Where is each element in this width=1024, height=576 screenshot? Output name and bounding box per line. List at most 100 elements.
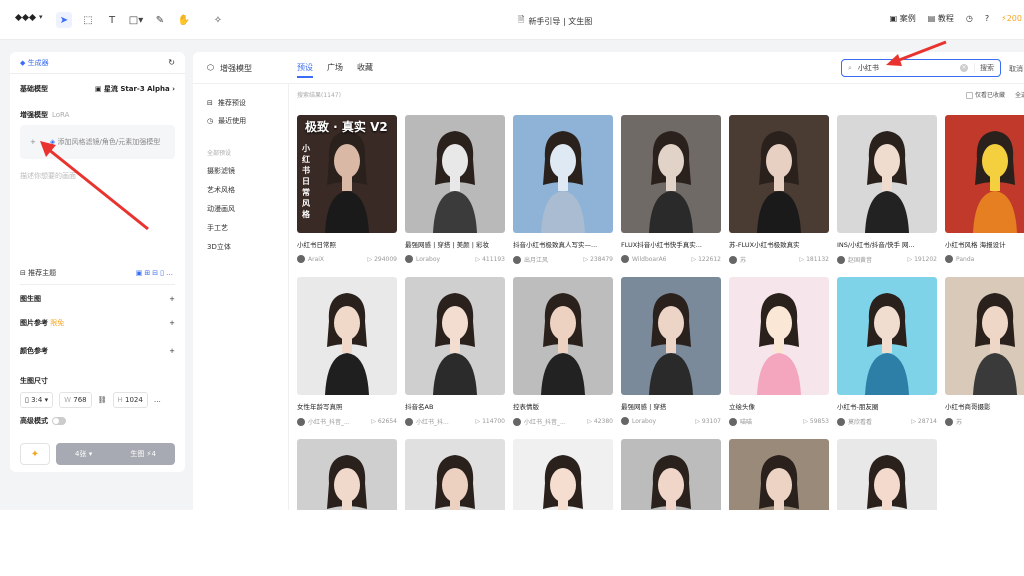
preset-card[interactable] (729, 439, 829, 510)
pointer-tool-icon[interactable]: ➤ (56, 12, 72, 28)
preset-card[interactable]: 小红书风格 海报设计 Panda (945, 115, 1024, 269)
card-author[interactable]: WildboarA6 (621, 255, 667, 263)
subnav-category[interactable]: 摄影滤镜 (207, 166, 235, 176)
refresh-icon[interactable]: ↻ (168, 58, 175, 67)
preset-thumbnail[interactable] (945, 277, 1024, 395)
card-author[interactable]: Loraboy (621, 417, 656, 425)
preset-thumbnail[interactable] (837, 439, 937, 510)
select-all-button[interactable]: 全选 (1015, 90, 1024, 99)
preset-thumbnail[interactable]: 极致 · 真实 V2 小红书日常风格 (297, 115, 397, 233)
card-author[interactable]: 出月江风 (513, 255, 548, 264)
generate-button[interactable]: 4张 ▾ 生图 ⚡4 (56, 443, 175, 465)
preset-card[interactable]: 小红书-朋友圈 莫欣看看 ▷ 28714 (837, 277, 937, 431)
preset-thumbnail[interactable] (297, 277, 397, 395)
lora-add-box[interactable]: + ◈ 添加风格滤镜/角色/元素加强模型 (20, 125, 175, 159)
preset-card[interactable]: 最强网感 | 穿搭 | 美颜 | 彩妆 Loraboy ▷ 411193 (405, 115, 505, 269)
credits-badge[interactable]: ⚡200 (1001, 14, 1022, 23)
magic-wand-icon[interactable]: ✦ (20, 443, 50, 465)
logo-icon[interactable]: ▾ (14, 13, 43, 21)
tab-favorites[interactable]: 收藏 (357, 62, 373, 78)
tab-square[interactable]: 广场 (327, 62, 343, 78)
subnav-category[interactable]: 3D立体 (207, 242, 231, 252)
shape-tool-icon[interactable]: □▾ (128, 12, 144, 28)
img2img-row[interactable]: 图生图 + (20, 294, 175, 304)
subnav-category[interactable]: 艺术风格 (207, 185, 235, 195)
preset-thumbnail[interactable] (405, 439, 505, 510)
only-favorites-checkbox[interactable]: 仅看已收藏 (966, 90, 1005, 99)
preset-thumbnail[interactable] (513, 439, 613, 510)
card-author[interactable]: 喵喵 (729, 417, 752, 426)
card-author[interactable]: AraiX (297, 255, 324, 263)
help-icon[interactable]: ? (985, 14, 989, 23)
preset-card[interactable] (405, 439, 505, 510)
magic-tool-icon[interactable]: ✧ (210, 12, 226, 28)
preset-card[interactable] (513, 439, 613, 510)
preset-card[interactable]: 控表情版 小红书_抖音_... ▷ 42380 (513, 277, 613, 431)
preset-card[interactable]: 最强网感 | 穿搭 Loraboy ▷ 93107 (621, 277, 721, 431)
hd-mode-toggle[interactable] (52, 417, 66, 425)
more-icon[interactable]: … (154, 396, 161, 404)
preset-card[interactable] (837, 439, 937, 510)
cases-button[interactable]: ▣ 案例 (890, 13, 916, 24)
subnav-recent[interactable]: ◷ 最近使用 (207, 116, 246, 126)
card-author[interactable]: 莫欣看看 (837, 417, 872, 426)
preset-card[interactable] (297, 439, 397, 510)
preset-thumbnail[interactable] (297, 439, 397, 510)
color-ref-add-icon[interactable]: + (169, 347, 175, 355)
search-button[interactable]: 搜索 (974, 63, 994, 73)
document-title[interactable]: 🗎 新手引导 | 文生图 (518, 14, 592, 28)
preset-thumbnail[interactable] (513, 115, 613, 233)
cancel-button[interactable]: 取消 (1009, 64, 1023, 74)
preset-thumbnail[interactable] (729, 115, 829, 233)
card-author[interactable]: 小红书_抖... (405, 417, 449, 426)
preset-card[interactable]: 苏-FLUX小红书极致真实苏 ▷ 181132 (729, 115, 829, 269)
preset-card[interactable]: FLUX抖音小红书快手真实... WildboarA6 ▷ 122612 (621, 115, 721, 269)
subnav-category[interactable]: 动漫画风 (207, 204, 235, 214)
search-input[interactable]: 小红书 (858, 63, 879, 73)
preset-thumbnail[interactable] (729, 277, 829, 395)
prompt-input[interactable]: 描述你想要的画面 (20, 171, 76, 181)
count-select[interactable]: 4张 ▾ (75, 449, 92, 459)
preset-thumbnail[interactable] (621, 439, 721, 510)
card-author[interactable]: 小红书_抖音_... (297, 417, 350, 426)
preset-card[interactable]: 抖音小红书极致真人写实—... 出月江风 ▷ 238479 (513, 115, 613, 269)
base-model-select[interactable]: ▣ 星流 Star-3 Alpha › (95, 84, 175, 94)
text-tool-icon[interactable]: T (104, 12, 120, 28)
plus-icon[interactable]: + (30, 138, 36, 146)
history-icon[interactable]: ◷ (966, 14, 973, 23)
subnav-recommended[interactable]: ⊟ 推荐预设 (207, 98, 246, 108)
preset-thumbnail[interactable] (405, 115, 505, 233)
clear-icon[interactable]: × (960, 64, 968, 72)
hand-tool-icon[interactable]: ✋ (176, 12, 192, 28)
preset-thumbnail[interactable] (621, 115, 721, 233)
preset-thumbnail[interactable] (405, 277, 505, 395)
preset-card[interactable]: 极致 · 真实 V2 小红书日常风格 小红书日常照 AraiX ▷ 294009 (297, 115, 397, 269)
tutorial-button[interactable]: ▤ 教程 (928, 13, 954, 24)
preset-card[interactable]: 女性年龄写真照 小红书_抖音_... ▷ 62654 (297, 277, 397, 431)
prompt-tools-icons[interactable]: ▣⊞⊟▯… (136, 269, 175, 277)
preset-thumbnail[interactable] (837, 115, 937, 233)
link-icon[interactable]: ⛓ (98, 396, 107, 404)
preset-card[interactable]: 小红书商哥摄影苏 (945, 277, 1024, 431)
preset-card[interactable]: INS/小红书/抖音/快手 网... 赵国黄音 ▷ 191202 (837, 115, 937, 269)
preset-thumbnail[interactable] (513, 277, 613, 395)
subnav-category[interactable]: 手工艺 (207, 223, 228, 233)
height-field[interactable]: H 1024 (112, 392, 148, 408)
img2img-add-icon[interactable]: + (169, 295, 175, 303)
card-author[interactable]: Loraboy (405, 255, 440, 263)
preset-thumbnail[interactable] (621, 277, 721, 395)
card-author[interactable]: 赵国黄音 (837, 255, 872, 264)
card-author[interactable]: Panda (945, 255, 974, 263)
preset-card[interactable] (621, 439, 721, 510)
ratio-select[interactable]: ▯ 3:4 ▾ (20, 392, 54, 408)
preset-card[interactable]: 抖音名AB 小红书_抖... ▷ 114700 (405, 277, 505, 431)
card-author[interactable]: 小红书_抖音_... (513, 417, 566, 426)
img-ref-row[interactable]: 图片参考 限免 + (20, 318, 175, 328)
card-author[interactable]: 苏 (729, 255, 746, 264)
width-field[interactable]: W 768 (59, 392, 92, 408)
color-ref-row[interactable]: 颜色参考 + (20, 346, 175, 356)
pen-tool-icon[interactable]: ✎ (152, 12, 168, 28)
img-ref-add-icon[interactable]: + (169, 319, 175, 327)
frame-tool-icon[interactable]: ⬚ (80, 12, 96, 28)
tab-preset[interactable]: 预设 (297, 62, 313, 78)
